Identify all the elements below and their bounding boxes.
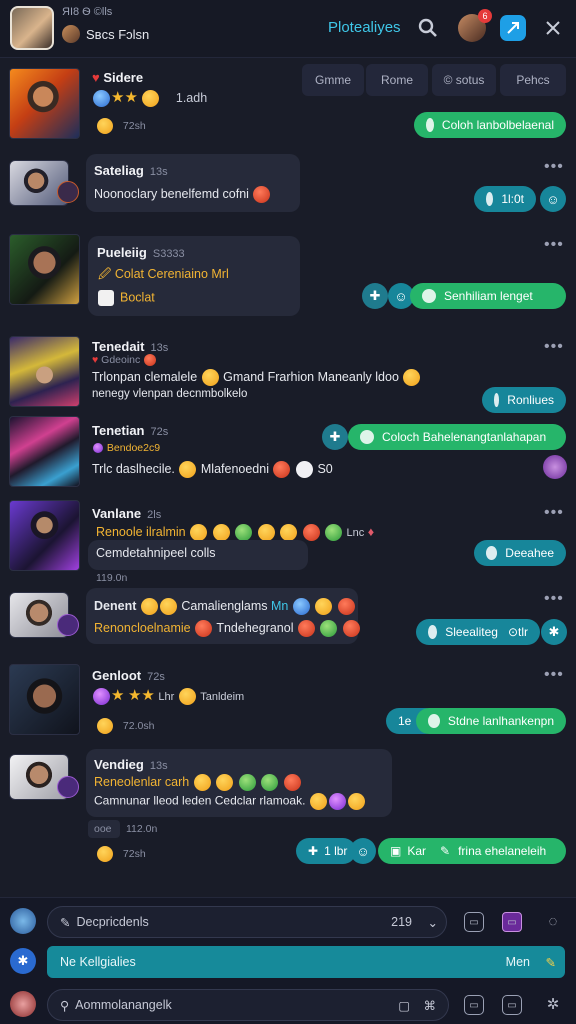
- react-icon[interactable]: ✚: [322, 424, 348, 450]
- reply-chip[interactable]: Ronliues: [482, 387, 566, 413]
- sticker-icon[interactable]: ▭: [464, 995, 484, 1015]
- notification-badge: 6: [478, 9, 492, 23]
- list-item-subtitle: ♥ Gdeoinc: [92, 354, 157, 367]
- more-icon[interactable]: •••: [544, 338, 564, 356]
- image-icon[interactable]: ▭: [464, 912, 484, 932]
- gallery-icon[interactable]: ▭: [502, 912, 522, 932]
- list-item-subtitle: ooe: [94, 823, 112, 835]
- profile-avatar[interactable]: [10, 6, 54, 50]
- reply-chip[interactable]: Coloch Bahelenangtanlahapan: [348, 424, 566, 450]
- header-subtitle: ЯI8 Ѳ ©lls: [62, 6, 113, 18]
- reply-chip[interactable]: Deeahee: [474, 540, 566, 566]
- list-item-name: Vendieg 13s: [94, 757, 168, 772]
- chat-icon[interactable]: ◌: [540, 908, 566, 934]
- avatar-badge-icon: [57, 181, 79, 203]
- copy-icon: ▢: [398, 998, 410, 1013]
- list-item-subtitle: Bendoe2c9: [92, 442, 160, 454]
- settings-icon[interactable]: ✲: [540, 991, 566, 1017]
- message-text: Trlonpan clemalele Gmand Frarhion Manean…: [92, 369, 421, 386]
- list-item-reactions: ★★ 1.adh: [92, 88, 207, 108]
- reply-chip[interactable]: 1l:0t: [474, 186, 536, 212]
- header-link[interactable]: Plotealiyes: [328, 19, 401, 36]
- list-item-name: Vanlane 2ls: [92, 506, 162, 521]
- emoji-icon[interactable]: ☺: [350, 838, 376, 864]
- tab-pehcs[interactable]: Pehcs: [500, 64, 566, 96]
- more-icon[interactable]: •••: [544, 666, 564, 684]
- avatar-badge-icon: [57, 776, 79, 798]
- reply-chip[interactable]: Senhiliam lenget: [410, 283, 566, 309]
- tab-rome[interactable]: Rome: [366, 64, 428, 96]
- composer: ✎ Decpricdenls 219 ⌄ ▭ ▭ ◌ ✱ Ne Kellgiali…: [0, 897, 576, 1024]
- reader-avatar: [543, 455, 567, 479]
- list-item-time: 72sh: [96, 846, 146, 862]
- list-item-reactions: ★ ★★ Lhr Tanldeim: [92, 686, 244, 706]
- avatar[interactable]: [9, 500, 80, 571]
- search-icon[interactable]: [414, 14, 442, 42]
- message-text: Reneolenlar carh: [94, 774, 302, 791]
- list-item-time: 72.0sh: [96, 718, 154, 734]
- message-text: 🖉 Colat Cereniaino Mrl: [98, 267, 229, 281]
- more-icon[interactable]: •••: [544, 504, 564, 522]
- user-avatar: [10, 991, 36, 1017]
- star-icon[interactable]: ✱: [10, 948, 36, 974]
- avatar[interactable]: [9, 234, 80, 305]
- message-text: Boclat: [98, 290, 155, 306]
- message-input[interactable]: ✎ Decpricdenls 219 ⌄: [47, 906, 447, 938]
- tab-status[interactable]: © sotus: [432, 64, 496, 96]
- settings-icon[interactable]: ✱: [541, 619, 567, 645]
- list-item-name: Tenedait 13s: [92, 339, 169, 354]
- reply-chip[interactable]: Coloh lanbolbelaenal: [414, 112, 566, 138]
- app-header: ЯI8 Ѳ ©lls Sʙcs Fɔlsn Plotealiyes 6: [0, 0, 576, 58]
- message-text: nenegy vlenpan decnmbolkelo: [92, 388, 248, 400]
- list-item-name: Genloot 72s: [92, 668, 165, 683]
- list-item-name: Tenetian 72s: [92, 423, 169, 438]
- more-icon[interactable]: •••: [544, 158, 564, 176]
- share-icon[interactable]: [500, 15, 526, 41]
- avatar[interactable]: [9, 68, 80, 139]
- message-text: Renoole ilralmin Lnc ♦: [96, 524, 374, 541]
- list-item-name: ♥ Sidere: [92, 70, 144, 85]
- avatar-badge-icon: [57, 614, 79, 636]
- message-text: Trlc daslhecile. Mlafenoedni S0: [92, 461, 333, 478]
- message-text: Noonoclary benelfemd cofni: [94, 186, 271, 203]
- reply-chip[interactable]: Stdne lanlhankenpn: [416, 708, 566, 734]
- message-text: Denent Camalienglams Mn: [94, 598, 356, 615]
- reply-chip[interactable]: ✚ 1 lbr: [296, 838, 356, 864]
- list-item-time: 112.0n: [126, 823, 158, 835]
- header-name: Sʙcs Fɔlsn: [86, 27, 150, 42]
- user-avatar: [10, 908, 36, 934]
- list-item-time: 72sh: [96, 118, 146, 134]
- avatar[interactable]: [9, 416, 80, 487]
- chevron-down-icon: ⌄: [427, 915, 438, 930]
- list-item-name: Sateliag 13s: [94, 163, 168, 178]
- message-text: Camnunar lleod leden Cedclar rlamoak.: [94, 793, 366, 810]
- avatar[interactable]: [9, 664, 80, 735]
- list-item-name: Pueleiig S3333: [97, 245, 185, 260]
- avatar[interactable]: [9, 336, 80, 407]
- reply-chip[interactable]: ▣ Kar ✎ frina ehelaneleih: [378, 838, 566, 864]
- close-icon[interactable]: [539, 14, 567, 42]
- message-text: Renoncloelnamie Tndehegranol: [94, 620, 361, 637]
- emoji-icon[interactable]: ☺: [540, 186, 566, 212]
- group-avatar: [62, 25, 80, 43]
- tab-game[interactable]: Gmme: [302, 64, 364, 96]
- search-input[interactable]: ⚲ Aommolanangelk ▢ ⌘: [47, 989, 449, 1021]
- react-icon[interactable]: ✚: [362, 283, 388, 309]
- message-text: Cemdetahnipeel colls: [96, 546, 216, 560]
- list-item-time: 119.0n: [96, 572, 128, 584]
- gif-icon[interactable]: ▭: [502, 995, 522, 1015]
- more-icon[interactable]: •••: [544, 590, 564, 608]
- more-icon[interactable]: •••: [544, 236, 564, 254]
- suggestion-bar[interactable]: Ne Kellgialies Men ✎: [47, 946, 565, 978]
- tag-icon: ⌘: [423, 998, 437, 1013]
- reply-chip[interactable]: Sleealiteg ⊙ tlr: [416, 619, 540, 645]
- wand-icon: ✎: [545, 955, 556, 970]
